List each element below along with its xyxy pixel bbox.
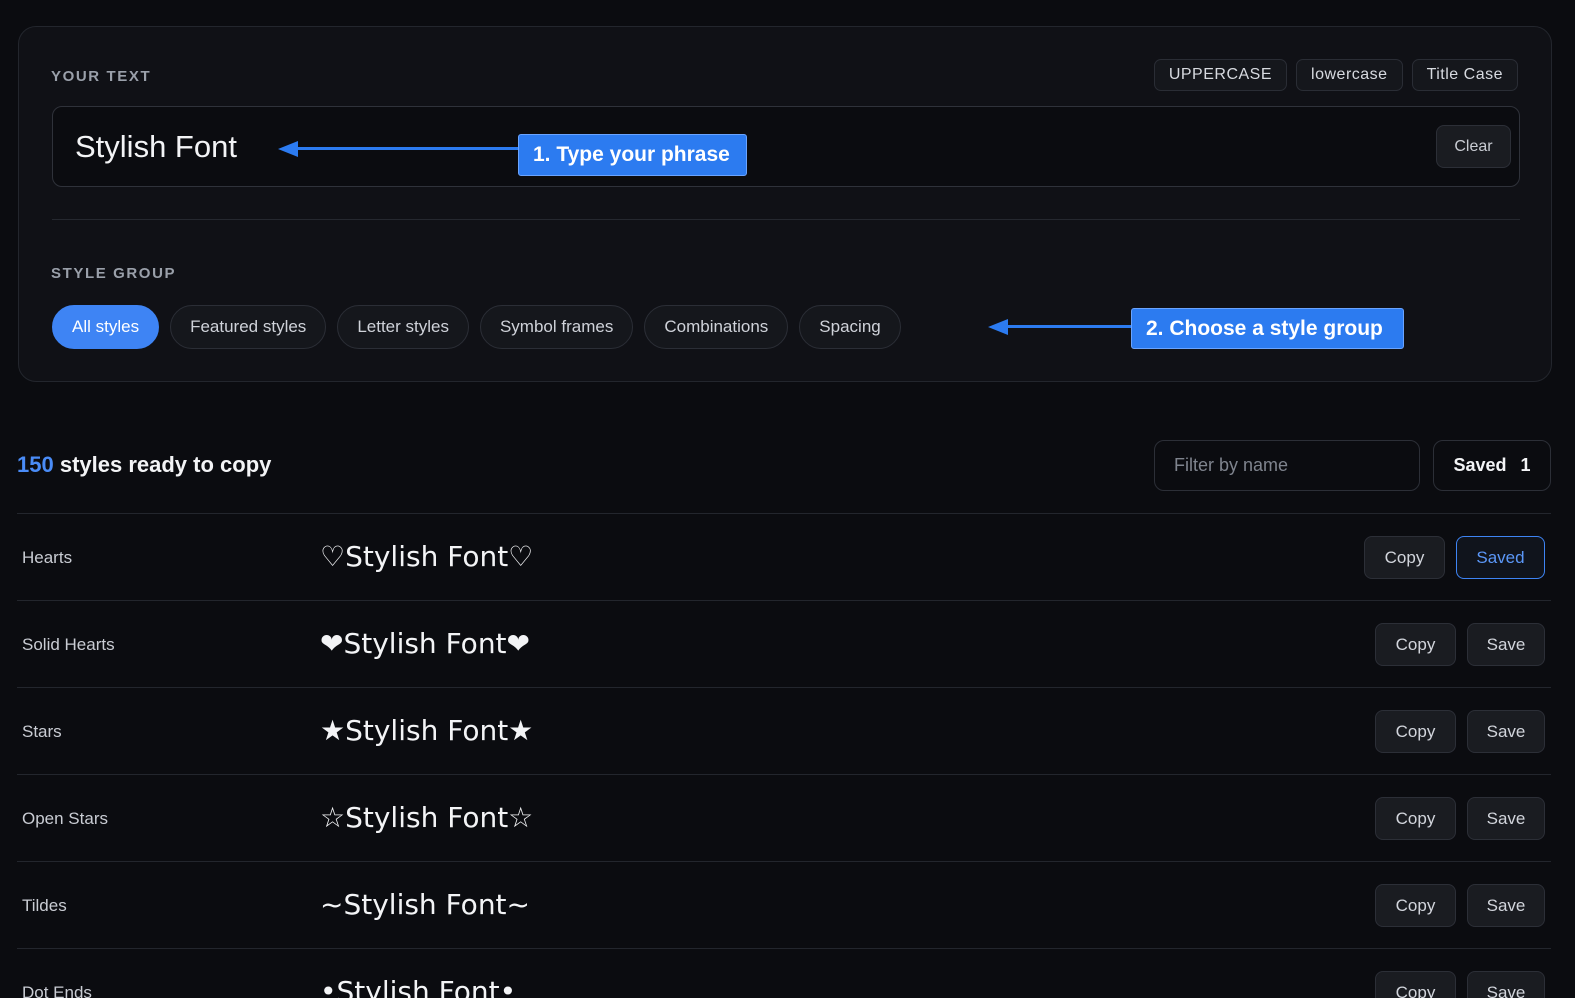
results-count-number: 150 (17, 452, 54, 477)
saved-count-badge: 1 (1520, 455, 1531, 475)
style-preview: ~Stylish Font~ (320, 888, 530, 921)
filter-input[interactable] (1154, 440, 1420, 491)
row-actions: Copy Save (1375, 884, 1545, 927)
callout-arrow-head-1 (278, 141, 298, 157)
callout-step-1: 1. Type your phrase (518, 134, 747, 176)
pill-symbol-frames[interactable]: Symbol frames (479, 305, 634, 349)
save-button[interactable]: Save (1467, 797, 1545, 840)
row-actions: Copy Saved (1364, 536, 1545, 579)
save-button[interactable]: Save (1467, 884, 1545, 927)
style-preview: ❤Stylish Font❤ (320, 627, 530, 660)
copy-button[interactable]: Copy (1375, 971, 1456, 998)
style-name: Solid Hearts (22, 635, 115, 654)
divider (52, 219, 1520, 220)
style-name: Tildes (22, 896, 67, 915)
copy-button[interactable]: Copy (1375, 710, 1456, 753)
pill-letter-styles[interactable]: Letter styles (337, 305, 469, 349)
style-preview: ★Stylish Font★ (320, 714, 534, 747)
pill-spacing[interactable]: Spacing (799, 305, 901, 349)
results-count: 150 styles ready to copy (17, 452, 271, 478)
callout-arrow-line-2 (1006, 325, 1133, 328)
callout-step-2: 2. Choose a style group (1131, 308, 1404, 349)
row-actions: Copy Save (1375, 797, 1545, 840)
list-item: Dot Ends •Stylish Font• Copy Save (17, 948, 1551, 998)
copy-button[interactable]: Copy (1375, 623, 1456, 666)
saved-filter-button[interactable]: Saved 1 (1433, 440, 1551, 491)
save-button[interactable]: Save (1467, 971, 1545, 998)
list-item: Hearts ♡Stylish Font♡ Copy Saved (17, 513, 1551, 600)
pill-all-styles[interactable]: All styles (52, 305, 160, 349)
pill-combinations[interactable]: Combinations (644, 305, 789, 349)
results-count-suffix: styles ready to copy (59, 452, 272, 477)
save-button[interactable]: Save (1467, 623, 1545, 666)
callout-arrow-line-1 (296, 147, 520, 150)
list-item: Tildes ~Stylish Font~ Copy Save (17, 861, 1551, 948)
copy-button[interactable]: Copy (1375, 884, 1456, 927)
text-input-value[interactable]: Stylish Font (75, 129, 237, 165)
clear-button[interactable]: Clear (1436, 125, 1511, 168)
copy-button[interactable]: Copy (1364, 536, 1445, 579)
saved-button[interactable]: Saved (1456, 536, 1545, 579)
style-name: Hearts (22, 548, 73, 567)
style-list: Hearts ♡Stylish Font♡ Copy Saved Solid H… (17, 513, 1551, 998)
your-text-label: YOUR TEXT (51, 68, 152, 85)
style-name: Open Stars (22, 809, 108, 828)
title-case-button[interactable]: Title Case (1411, 59, 1518, 91)
saved-filter-label: Saved (1453, 455, 1507, 475)
pill-featured-styles[interactable]: Featured styles (170, 305, 327, 349)
list-item: Open Stars ☆Stylish Font☆ Copy Save (17, 774, 1551, 861)
style-name: Stars (22, 722, 62, 741)
row-actions: Copy Save (1375, 710, 1545, 753)
style-preview: •Stylish Font• (320, 975, 517, 998)
row-actions: Copy Save (1375, 971, 1545, 998)
style-group-pills: All styles Featured styles Letter styles… (52, 305, 901, 349)
save-button[interactable]: Save (1467, 710, 1545, 753)
row-actions: Copy Save (1375, 623, 1545, 666)
style-preview: ♡Stylish Font♡ (320, 540, 534, 573)
style-name: Dot Ends (22, 983, 92, 998)
lowercase-button[interactable]: lowercase (1296, 59, 1403, 91)
case-buttons: UPPERCASE lowercase Title Case (1153, 59, 1518, 91)
list-item: Solid Hearts ❤Stylish Font❤ Copy Save (17, 600, 1551, 687)
copy-button[interactable]: Copy (1375, 797, 1456, 840)
callout-arrow-head-2 (988, 319, 1008, 335)
list-item: Stars ★Stylish Font★ Copy Save (17, 687, 1551, 774)
uppercase-button[interactable]: UPPERCASE (1153, 59, 1288, 91)
style-preview: ☆Stylish Font☆ (320, 801, 534, 834)
text-input[interactable]: Stylish Font Clear (52, 106, 1520, 187)
style-group-label: STYLE GROUP (51, 265, 177, 282)
